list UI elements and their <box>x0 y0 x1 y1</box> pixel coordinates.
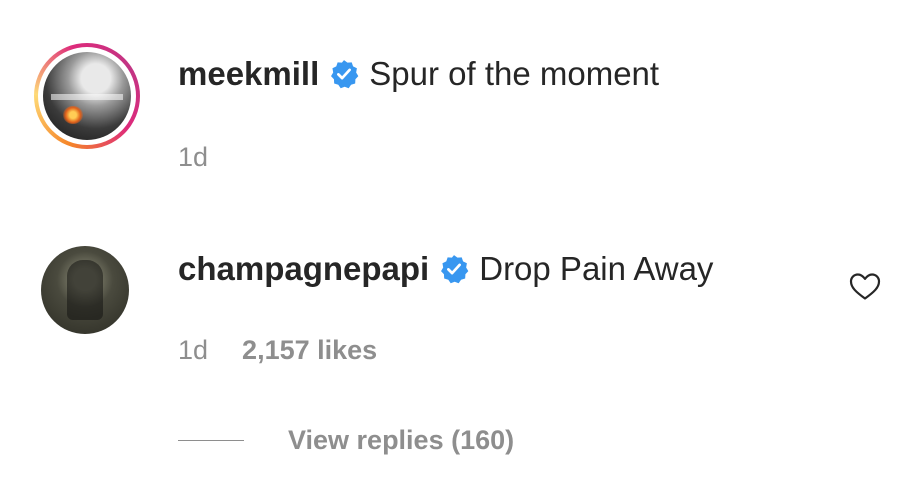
avatar[interactable] <box>41 246 129 334</box>
avatar-photo-detail <box>67 260 103 320</box>
comment-line: champagnepapi Drop Pain Away <box>178 250 713 288</box>
comment-username[interactable]: champagnepapi <box>178 250 429 288</box>
comment-timestamp[interactable]: 1d <box>178 335 208 366</box>
verified-badge-icon <box>441 255 469 284</box>
view-replies-button[interactable]: View replies (160) <box>178 425 514 456</box>
comment-meta: 1d 2,157 likes <box>178 335 377 366</box>
comment-item: champagnepapi Drop Pain Away 1d 2,157 li… <box>0 0 910 503</box>
heart-outline-icon[interactable] <box>848 271 882 301</box>
view-replies-label: View replies (160) <box>288 425 515 455</box>
like-count[interactable]: 2,157 likes <box>242 335 377 366</box>
replies-divider <box>178 439 244 442</box>
comment-text: Drop Pain Away <box>479 250 714 287</box>
